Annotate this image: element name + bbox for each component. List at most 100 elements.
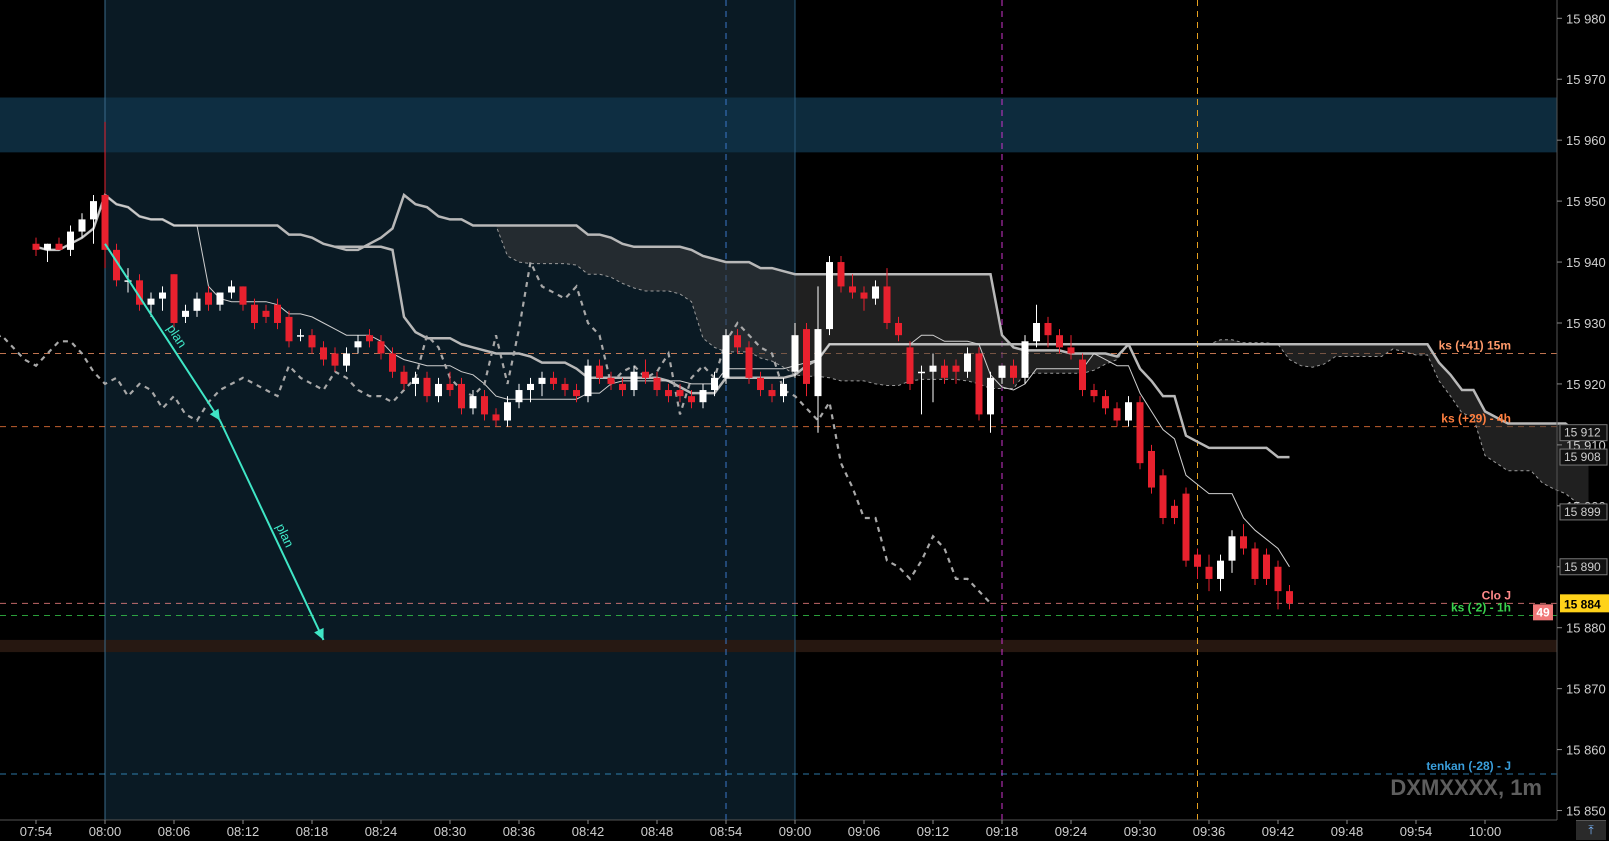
time-tick-label: 09:12 xyxy=(917,824,950,839)
candle-body xyxy=(745,347,753,378)
candle-body xyxy=(895,322,902,336)
candlestick-chart[interactable]: planplan ks (+41) 15mks (+29) - 4hClo Jk… xyxy=(0,0,1609,841)
time-tick-label: 09:18 xyxy=(986,824,1019,839)
candle-body xyxy=(642,371,649,378)
candle-body xyxy=(377,341,385,354)
candle-body xyxy=(860,292,868,299)
candle-body xyxy=(308,335,316,348)
candle-body xyxy=(262,310,270,317)
price-marker-label: 15 899 xyxy=(1564,505,1601,519)
time-tick-label: 09:06 xyxy=(848,824,881,839)
price-marker-label: 15 908 xyxy=(1564,450,1601,464)
time-tick-label: 10:00 xyxy=(1469,824,1502,839)
level-label: ks (+41) 15m xyxy=(1439,338,1511,352)
candle-body xyxy=(561,383,569,391)
candle[interactable] xyxy=(584,359,592,403)
time-tick-label: 08:00 xyxy=(89,824,122,839)
candle[interactable] xyxy=(906,341,914,391)
candle-body xyxy=(596,365,603,378)
candle-body xyxy=(1125,402,1132,421)
candle-body xyxy=(837,262,845,287)
candle-body xyxy=(331,353,339,366)
candle-body xyxy=(193,298,201,311)
candle[interactable] xyxy=(1148,444,1155,494)
time-axis[interactable]: 07:54 08:00 08:06 08:12 08:18 08:24 08:30 08:36… xyxy=(0,819,1609,841)
candle-body xyxy=(987,377,994,415)
candle-body xyxy=(1205,566,1213,579)
candle-body xyxy=(952,365,960,372)
price-tick-label: 15 870 xyxy=(1566,682,1606,697)
candle-body xyxy=(1194,554,1201,567)
candle-body xyxy=(1286,591,1293,604)
price-tick-label: 15 920 xyxy=(1566,377,1606,392)
candle-body xyxy=(1033,322,1040,342)
candle-body xyxy=(354,341,362,348)
candle-body xyxy=(67,231,74,250)
resistance-zone xyxy=(0,97,1557,153)
candle-body xyxy=(872,286,879,299)
candle-body xyxy=(688,396,695,403)
candle[interactable] xyxy=(1136,396,1144,470)
time-tick-label: 08:54 xyxy=(710,824,743,839)
candle[interactable] xyxy=(1021,335,1029,384)
candle-body xyxy=(1263,554,1270,579)
candle-body xyxy=(573,390,580,397)
candle[interactable] xyxy=(1182,487,1190,567)
candle-body xyxy=(366,335,373,342)
time-tick-label: 09:00 xyxy=(779,824,812,839)
candle-body xyxy=(1182,493,1190,561)
price-tick-label: 15 860 xyxy=(1566,743,1606,758)
candle[interactable] xyxy=(1159,469,1167,525)
candle-body xyxy=(780,383,787,397)
price-tick-label: 15 950 xyxy=(1566,194,1606,209)
candle[interactable] xyxy=(975,347,983,421)
candle-body xyxy=(849,286,856,293)
scroll-to-latest-button[interactable]: ⤒ xyxy=(1576,820,1606,840)
time-tick-label: 08:30 xyxy=(434,824,467,839)
candle-body xyxy=(1217,560,1224,579)
candle-body xyxy=(55,243,63,250)
support-zone xyxy=(0,639,1557,653)
candle[interactable] xyxy=(722,329,730,384)
candle-body xyxy=(400,371,408,384)
time-tick-label: 08:42 xyxy=(572,824,605,839)
candle-body xyxy=(757,377,764,391)
candle-body xyxy=(170,274,178,323)
countdown-label: 49 xyxy=(1536,605,1550,619)
candle-body xyxy=(722,335,730,378)
candle[interactable] xyxy=(1251,542,1259,586)
candle-body xyxy=(469,396,477,409)
candle-body xyxy=(1044,322,1052,336)
symbol-label: DXMXXXX, 1m xyxy=(1390,775,1542,800)
candle-body xyxy=(998,365,1006,378)
candle-body xyxy=(1136,402,1144,464)
candle-body xyxy=(515,390,523,403)
candle-body xyxy=(251,304,258,323)
time-tick-label: 09:36 xyxy=(1193,824,1226,839)
candle[interactable] xyxy=(1079,353,1086,397)
price-tick-label: 15 850 xyxy=(1566,804,1606,819)
candle-body xyxy=(159,292,166,299)
candle[interactable] xyxy=(745,341,753,384)
time-tick-label: 08:18 xyxy=(296,824,329,839)
price-tick-label: 15 980 xyxy=(1566,11,1606,26)
candle[interactable] xyxy=(826,255,833,336)
candle-body xyxy=(653,377,661,391)
time-tick-label: 08:24 xyxy=(365,824,398,839)
candle-body xyxy=(1067,347,1075,354)
candle-body xyxy=(975,353,983,415)
candle-body xyxy=(918,371,925,374)
level-label: ks (+29) - 4h xyxy=(1441,412,1511,426)
candle-body xyxy=(423,377,431,397)
candle-body xyxy=(768,390,776,397)
candle-body xyxy=(1251,548,1259,579)
candle-body xyxy=(147,298,155,305)
candle-body xyxy=(1113,408,1121,421)
candle-body xyxy=(216,292,224,305)
candle-body xyxy=(504,402,511,421)
candle-body xyxy=(964,353,971,372)
candle-body xyxy=(297,335,304,337)
price-marker-label: 15 890 xyxy=(1564,560,1601,574)
candle-body xyxy=(699,390,707,403)
candle-body xyxy=(1102,396,1109,409)
